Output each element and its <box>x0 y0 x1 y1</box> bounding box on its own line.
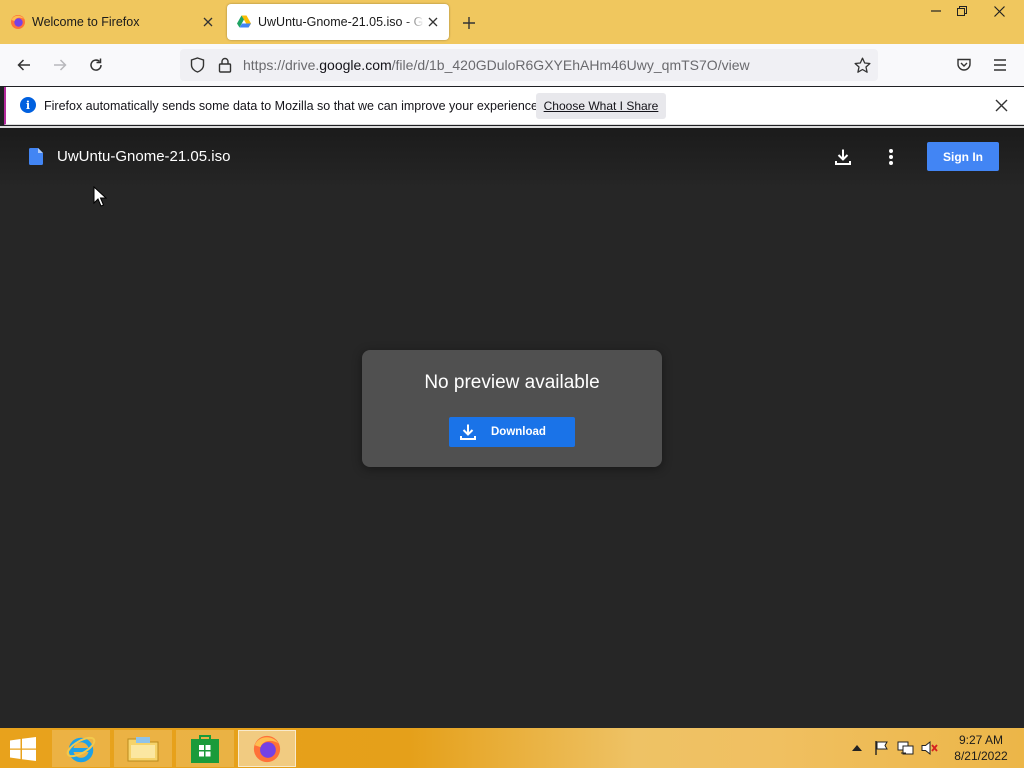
reload-button[interactable] <box>82 52 110 78</box>
clock-time: 9:27 AM <box>958 733 1004 747</box>
tab-title: Welcome to Firefox <box>32 15 140 29</box>
close-notification-button[interactable] <box>991 95 1011 115</box>
url-path: /file/d/1b_420GDuloR6GXYEhAHm46Uwy_qmTS7… <box>391 57 750 73</box>
choose-button-label: Choose What I Share <box>543 99 659 113</box>
plus-icon <box>463 17 475 29</box>
file-icon <box>29 148 43 165</box>
download-label: Download <box>491 426 546 438</box>
close-icon <box>993 5 1005 17</box>
pocket-button[interactable] <box>950 52 978 78</box>
taskbar: 9:27 AM 8/21/2022 <box>0 728 1024 768</box>
store-icon <box>191 734 219 763</box>
file-name: UwUntu-Gnome-21.05.iso <box>57 148 231 165</box>
clock-date: 8/21/2022 <box>954 749 1008 763</box>
firefox-icon <box>10 14 26 30</box>
drive-file-viewer: UwUntu-Gnome-21.05.iso Sign In No previe… <box>0 128 1024 728</box>
reload-icon <box>90 58 102 71</box>
volume-muted-icon <box>921 740 938 756</box>
firefox-icon <box>253 735 281 762</box>
tab-welcome-to-firefox[interactable]: Welcome to Firefox <box>0 0 224 44</box>
download-button[interactable]: Download <box>449 417 575 447</box>
url-bar[interactable]: https://drive.google.com/file/d/1b_420GD… <box>180 49 878 81</box>
tab-google-drive[interactable]: UwUntu-Gnome-21.05.iso - Google Drive <box>227 4 449 40</box>
hamburger-menu-icon <box>994 59 1006 71</box>
internet-explorer-icon <box>66 736 96 762</box>
menu-button[interactable] <box>986 52 1014 78</box>
close-window-button[interactable] <box>980 0 1018 22</box>
network-icon <box>897 741 914 755</box>
close-tab-icon[interactable] <box>199 13 217 31</box>
taskbar-firefox[interactable] <box>238 730 296 767</box>
network-status[interactable] <box>897 740 915 756</box>
download-icon <box>835 149 851 165</box>
flag-icon <box>875 741 888 755</box>
choose-what-i-share-button[interactable]: Choose What I Share <box>536 93 666 119</box>
file-explorer-icon <box>127 736 159 761</box>
start-button[interactable] <box>8 737 38 766</box>
close-tab-icon[interactable] <box>424 13 442 31</box>
bookmark-star-icon[interactable] <box>853 56 871 74</box>
taskbar-file-explorer[interactable] <box>114 730 172 767</box>
lock-icon[interactable] <box>216 56 234 74</box>
google-drive-icon <box>236 14 252 30</box>
system-clock[interactable]: 9:27 AM 8/21/2022 <box>948 732 1014 764</box>
taskbar-internet-explorer[interactable] <box>52 730 110 767</box>
more-vert-icon <box>889 149 893 165</box>
tab-title: UwUntu-Gnome-21.05.iso - Google Drive <box>258 15 424 29</box>
download-toolbar-button[interactable] <box>830 144 856 170</box>
taskbar-store[interactable] <box>176 730 234 767</box>
no-preview-card: No preview available Download <box>362 350 662 467</box>
volume-muted[interactable] <box>921 740 939 756</box>
url-domain: google.com <box>319 57 392 73</box>
download-icon <box>460 424 476 440</box>
show-hidden-icons-button[interactable] <box>848 740 866 756</box>
restore-icon <box>957 6 967 16</box>
info-icon: i <box>20 97 36 113</box>
sign-in-button[interactable]: Sign In <box>927 142 999 171</box>
arrow-left-icon <box>17 59 30 71</box>
navigation-bar: https://drive.google.com/file/d/1b_420GD… <box>0 44 1024 86</box>
chevron-up-icon <box>852 745 862 751</box>
minimize-icon <box>931 10 941 12</box>
forward-button[interactable] <box>46 52 74 78</box>
close-icon <box>995 99 1007 111</box>
back-button[interactable] <box>10 52 38 78</box>
action-center-flag[interactable] <box>873 740 891 756</box>
pocket-icon <box>957 58 971 71</box>
shield-icon[interactable] <box>188 56 206 74</box>
url-text[interactable]: https://drive.google.com/file/d/1b_420GD… <box>243 57 750 73</box>
windows-logo-icon <box>10 737 36 761</box>
new-tab-button[interactable] <box>458 12 480 34</box>
no-preview-heading: No preview available <box>424 372 600 393</box>
mouse-cursor-icon <box>93 186 107 207</box>
telemetry-notification-bar: i Firefox automatically sends some data … <box>4 87 1024 125</box>
url-prefix: https://drive. <box>243 57 320 73</box>
arrow-right-icon <box>54 59 67 71</box>
restore-button[interactable] <box>945 0 979 22</box>
tab-strip: Welcome to Firefox UwUntu-Gnome-21.05.is… <box>0 0 1024 44</box>
more-options-button[interactable] <box>878 144 904 170</box>
notification-message: Firefox automatically sends some data to… <box>44 99 542 113</box>
